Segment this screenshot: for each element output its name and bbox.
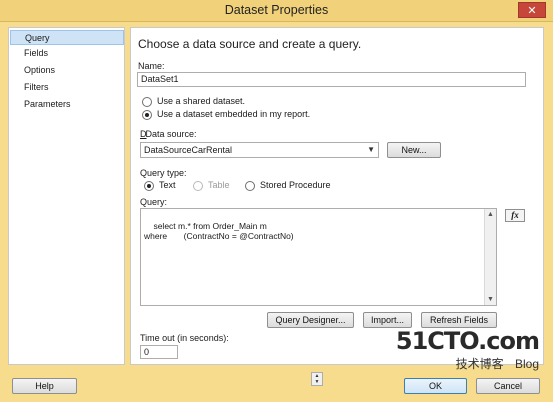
sidebar-item-fields[interactable]: Fields	[10, 46, 124, 61]
query-type-sproc-label: Stored Procedure	[260, 180, 331, 190]
close-icon[interactable]: ✕	[518, 2, 546, 18]
chevron-down-icon: ▼	[367, 145, 375, 154]
name-label: Name:	[138, 61, 165, 71]
sidebar-item-parameters[interactable]: Parameters	[10, 97, 124, 112]
import-button[interactable]: Import...	[363, 312, 412, 328]
sidebar-item-query[interactable]: Query	[10, 30, 124, 45]
data-source-dropdown[interactable]: DataSourceCarRental ▼	[140, 142, 379, 158]
query-text: select m.* from Order_Main m where (Cont…	[144, 221, 294, 241]
refresh-fields-button[interactable]: Refresh Fields	[421, 312, 497, 328]
scroll-up-icon[interactable]: ▲	[485, 209, 496, 220]
query-type-label: Query type:	[140, 168, 187, 178]
name-field[interactable]: DataSet1	[137, 72, 526, 87]
timeout-spin-buttons[interactable]: ▲ ▼	[311, 372, 323, 386]
shared-dataset-option[interactable]: Use a shared dataset.	[142, 95, 245, 107]
page-title: Choose a data source and create a query.	[138, 37, 362, 51]
query-type-text-option[interactable]: Text	[144, 179, 176, 191]
timeout-label: Time out (in seconds):	[140, 333, 229, 343]
ok-button[interactable]: OK	[404, 378, 467, 394]
query-label: Query:	[140, 197, 168, 207]
query-type-sproc-radio[interactable]	[245, 180, 255, 191]
embedded-dataset-radio[interactable]	[142, 109, 152, 120]
query-type-table-label: Table	[208, 180, 230, 190]
scroll-down-icon[interactable]: ▼	[485, 294, 496, 305]
sidebar-item-filters[interactable]: Filters	[10, 80, 124, 95]
query-type-table-option: Table	[193, 179, 230, 191]
data-source-value: DataSourceCarRental	[144, 145, 233, 155]
help-button[interactable]: Help	[12, 378, 77, 394]
sidebar: Query Fields Options Filters Parameters	[8, 27, 125, 365]
embedded-dataset-label: Use a dataset embedded in my report.	[157, 109, 311, 119]
expression-fx-button[interactable]: fx	[505, 209, 525, 222]
query-type-sproc-option[interactable]: Stored Procedure	[245, 179, 331, 191]
query-designer-button[interactable]: Query Designer...	[267, 312, 354, 328]
query-panel: Choose a data source and create a query.…	[130, 27, 544, 386]
embedded-dataset-option[interactable]: Use a dataset embedded in my report.	[142, 108, 310, 120]
query-scrollbar[interactable]: ▲ ▼	[484, 209, 496, 305]
timeout-stepper[interactable]: 0	[140, 345, 178, 359]
shared-dataset-label: Use a shared dataset.	[157, 96, 246, 106]
query-type-text-radio[interactable]	[144, 180, 154, 191]
title-bar: Dataset Properties ✕	[0, 0, 553, 22]
sidebar-item-options[interactable]: Options	[10, 63, 124, 78]
query-type-text-label: Text	[159, 180, 176, 190]
data-source-label: DData source:	[140, 129, 197, 139]
cancel-button[interactable]: Cancel	[476, 378, 540, 394]
window-title: Dataset Properties	[224, 3, 329, 17]
spin-down-icon[interactable]: ▼	[312, 379, 322, 385]
query-editor[interactable]: select m.* from Order_Main m where (Cont…	[140, 208, 497, 306]
new-data-source-button[interactable]: New...	[387, 142, 441, 158]
query-type-table-radio	[193, 180, 203, 191]
shared-dataset-radio[interactable]	[142, 96, 152, 107]
data-source-label-text: Data source:	[145, 129, 197, 139]
